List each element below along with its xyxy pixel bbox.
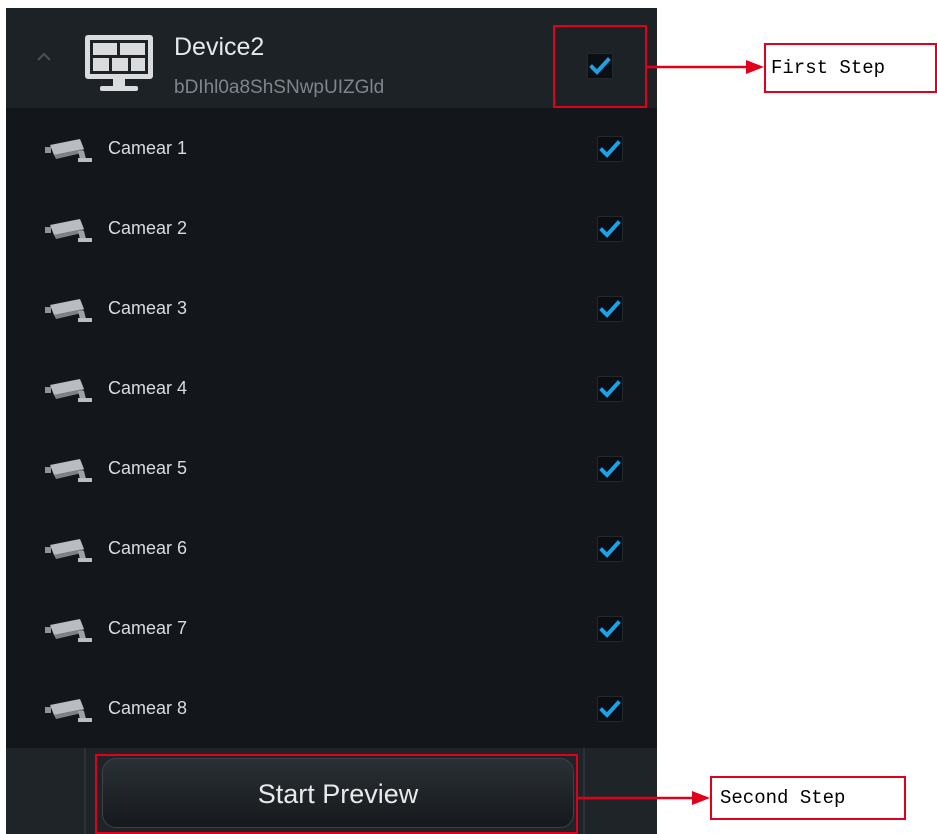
camera-label: Camear 6	[108, 538, 188, 558]
camera-row[interactable]: Camear 7	[6, 588, 657, 668]
checkmark-icon	[599, 220, 621, 238]
cctv-camera-icon	[45, 459, 92, 482]
checkmark-icon	[599, 700, 621, 718]
camera-label: Camear 1	[108, 138, 188, 158]
cctv-camera-icon	[45, 219, 92, 242]
camera-checkbox[interactable]	[597, 296, 623, 322]
camera-row[interactable]: Camear 3	[6, 268, 657, 348]
camera-label: Camear 3	[108, 298, 188, 318]
camera-label: Camear 5	[108, 458, 188, 478]
checkmark-icon	[599, 460, 621, 478]
camera-row[interactable]: Camear 5	[6, 428, 657, 508]
checkmark-icon	[599, 380, 621, 398]
second-step-callout: Second Step	[710, 776, 906, 820]
camera-checkbox[interactable]	[597, 456, 623, 482]
checkmark-icon	[599, 540, 621, 558]
first-step-highlight-box	[553, 25, 647, 108]
camera-row[interactable]: Camear 2	[6, 188, 657, 268]
camera-list: Camear 1 Camear 2 Camear 3 Camear 4 Came…	[6, 108, 657, 748]
camera-label: Camear 8	[108, 698, 188, 718]
monitor-icon	[85, 35, 153, 91]
cctv-camera-icon	[45, 539, 92, 562]
device-camera-panel: Device2 bDIhl0a8ShSNwpUIZGld Camear 1 Ca…	[6, 8, 657, 834]
camera-label: Camear 4	[108, 378, 188, 398]
camera-row[interactable]: Camear 8	[6, 668, 657, 748]
cctv-camera-icon	[45, 299, 92, 322]
camera-checkbox[interactable]	[597, 616, 623, 642]
cctv-camera-icon	[45, 619, 92, 642]
checkmark-icon	[599, 300, 621, 318]
camera-row[interactable]: Camear 1	[6, 108, 657, 188]
camera-checkbox[interactable]	[597, 696, 623, 722]
camera-label: Camear 7	[108, 618, 188, 638]
device-serial-id: bDIhl0a8ShSNwpUIZGld	[174, 77, 385, 98]
checkmark-icon	[599, 620, 621, 638]
checkmark-icon	[599, 140, 621, 158]
camera-row[interactable]: Camear 6	[6, 508, 657, 588]
camera-checkbox[interactable]	[597, 536, 623, 562]
device-name: Device2	[174, 33, 265, 61]
camera-checkbox[interactable]	[597, 376, 623, 402]
first-step-callout: First Step	[764, 43, 937, 93]
footer-divider	[84, 748, 86, 834]
second-step-highlight-box	[95, 754, 578, 834]
camera-label: Camear 2	[108, 218, 188, 238]
chevron-up-icon[interactable]	[36, 52, 52, 62]
footer-divider	[583, 748, 585, 834]
cctv-camera-icon	[45, 379, 92, 402]
cctv-camera-icon	[45, 699, 92, 722]
camera-row[interactable]: Camear 4	[6, 348, 657, 428]
camera-checkbox[interactable]	[597, 136, 623, 162]
camera-checkbox[interactable]	[597, 216, 623, 242]
cctv-camera-icon	[45, 139, 92, 162]
